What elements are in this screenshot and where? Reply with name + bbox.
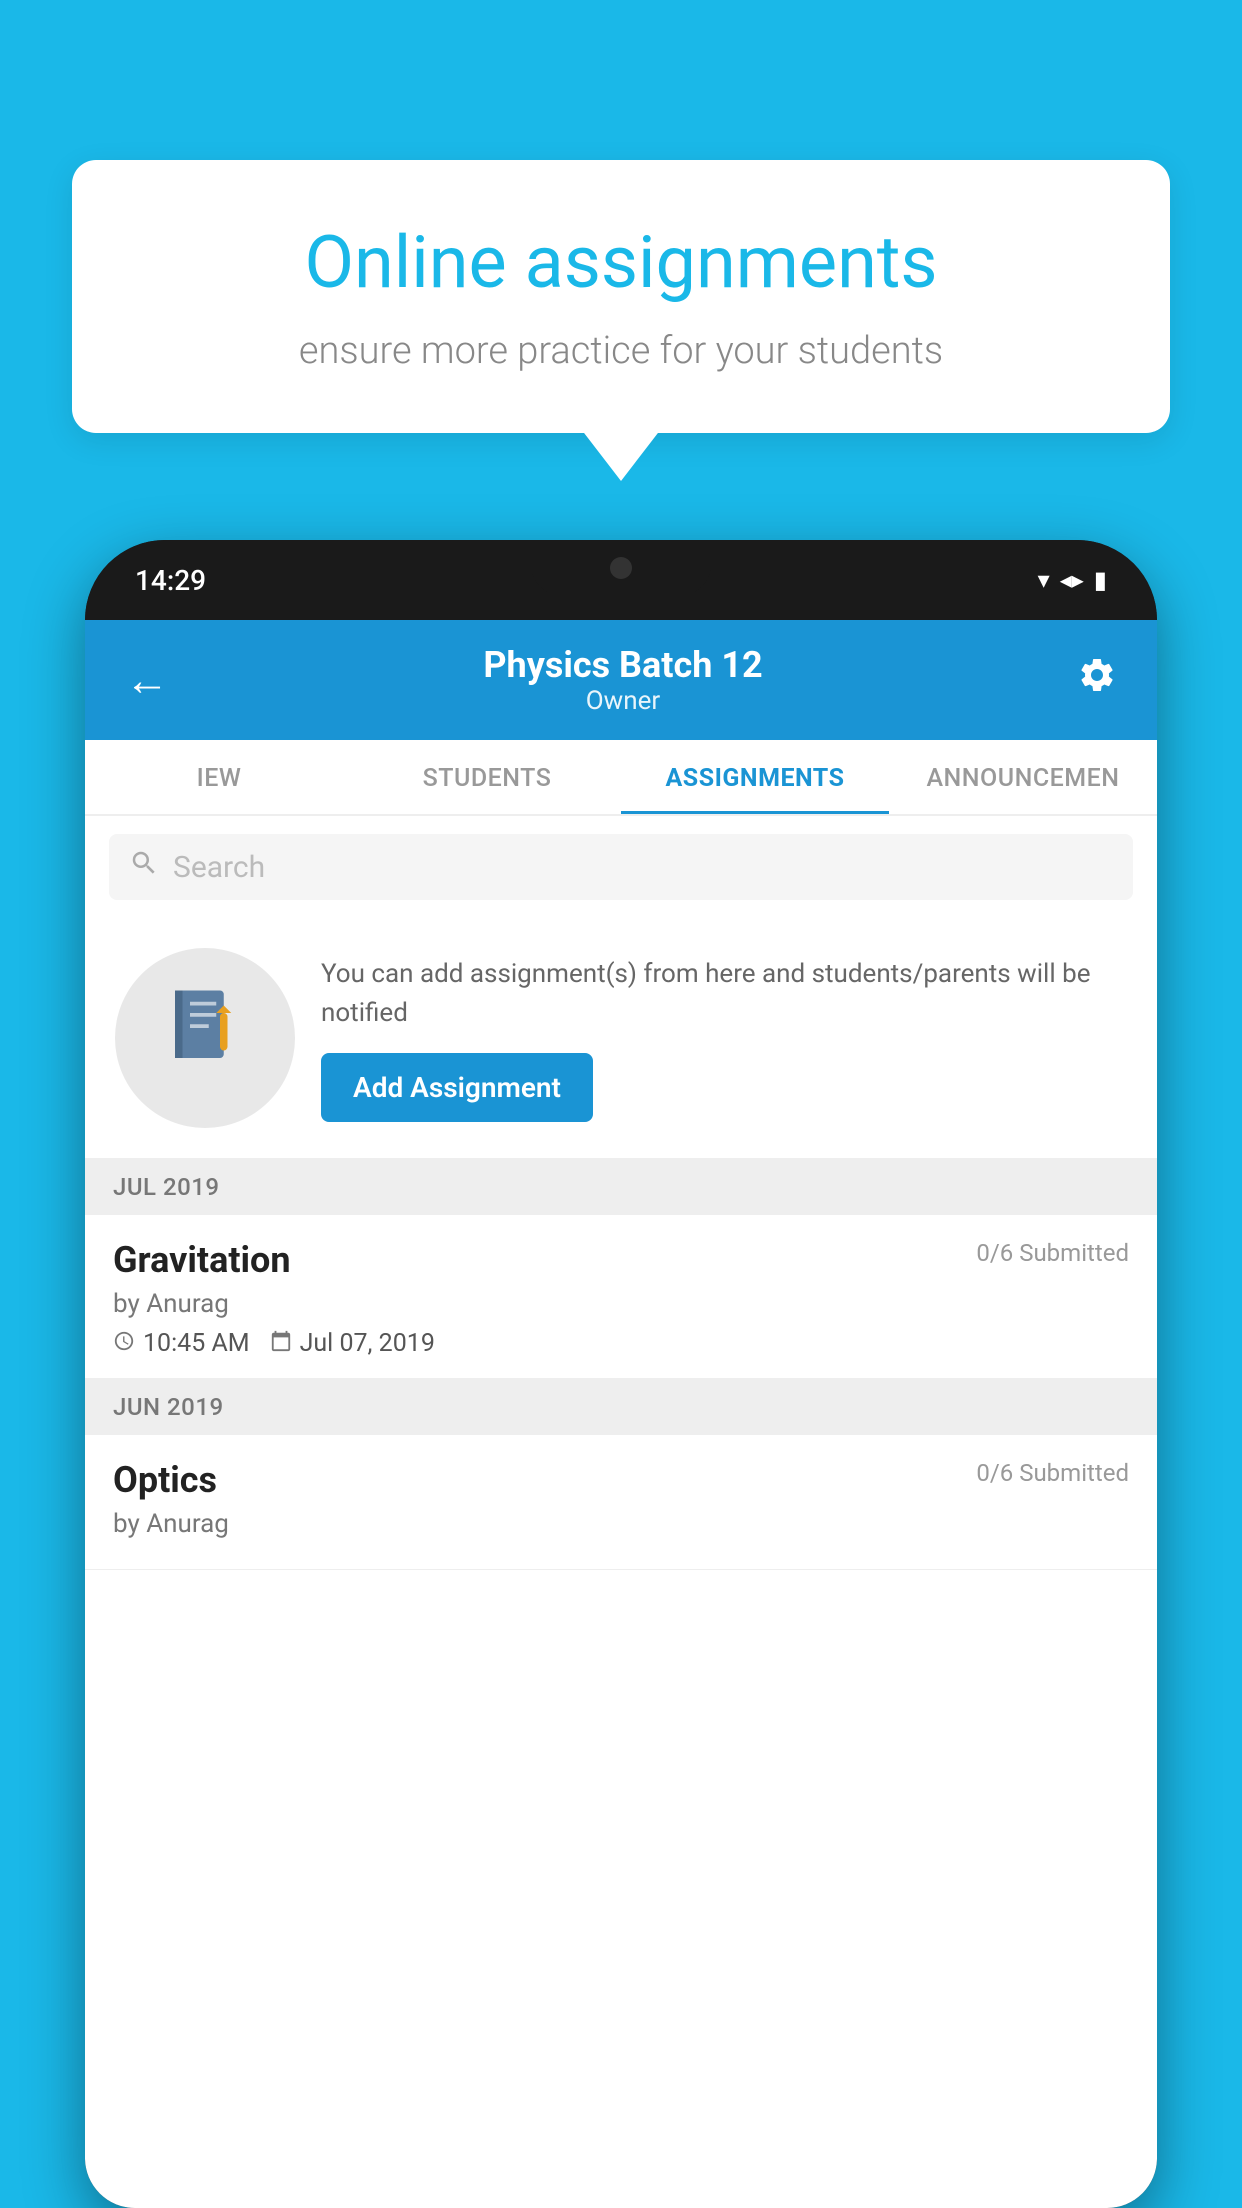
back-button[interactable]: ← bbox=[125, 654, 169, 706]
calendar-icon bbox=[270, 1330, 292, 1358]
promo-content: You can add assignment(s) from here and … bbox=[321, 955, 1127, 1122]
clock-icon bbox=[113, 1330, 135, 1358]
search-bar-wrap: Search bbox=[85, 816, 1157, 918]
notebook-icon bbox=[160, 983, 250, 1093]
tabs-bar: IEW STUDENTS ASSIGNMENTS ANNOUNCEMEN bbox=[85, 740, 1157, 816]
assignment-name-gravitation: Gravitation bbox=[113, 1239, 291, 1281]
assignment-item-gravitation[interactable]: Gravitation 0/6 Submitted by Anurag 10:4… bbox=[85, 1215, 1157, 1379]
front-camera bbox=[610, 557, 632, 579]
app-header: ← Physics Batch 12 Owner bbox=[85, 620, 1157, 740]
assignment-submitted-optics: 0/6 Submitted bbox=[976, 1459, 1129, 1487]
tab-announcements[interactable]: ANNOUNCEMEN bbox=[889, 740, 1157, 814]
signal-icon: ◂▸ bbox=[1060, 566, 1084, 594]
header-subtitle: Owner bbox=[483, 686, 762, 716]
status-icons: ▾ ◂▸ ▮ bbox=[1038, 566, 1107, 594]
settings-button[interactable] bbox=[1077, 655, 1117, 705]
tab-students[interactable]: STUDENTS bbox=[353, 740, 621, 814]
promo-text: You can add assignment(s) from here and … bbox=[321, 955, 1127, 1033]
search-placeholder: Search bbox=[173, 850, 265, 885]
assignment-time-gravitation: 10:45 AM bbox=[113, 1329, 250, 1358]
status-bar: 14:29 ▾ ◂▸ ▮ bbox=[85, 540, 1157, 620]
battery-icon: ▮ bbox=[1094, 566, 1107, 594]
bubble-title: Online assignments bbox=[142, 220, 1100, 305]
tab-assignments[interactable]: ASSIGNMENTS bbox=[621, 740, 889, 814]
assignment-name-optics: Optics bbox=[113, 1459, 217, 1501]
header-title-area: Physics Batch 12 Owner bbox=[483, 644, 762, 716]
assignment-by-optics: by Anurag bbox=[113, 1509, 1129, 1539]
bubble-subtitle: ensure more practice for your students bbox=[142, 329, 1100, 373]
promo-section: You can add assignment(s) from here and … bbox=[85, 918, 1157, 1159]
phone-time: 14:29 bbox=[135, 564, 206, 597]
assignment-date-gravitation: Jul 07, 2019 bbox=[270, 1329, 435, 1358]
tab-view[interactable]: IEW bbox=[85, 740, 353, 814]
phone-notch bbox=[531, 540, 711, 595]
phone-frame: 14:29 ▾ ◂▸ ▮ ← Physics Batch 12 Owner bbox=[85, 540, 1157, 2208]
section-header-jun2019: JUN 2019 bbox=[85, 1379, 1157, 1435]
assignment-item-optics[interactable]: Optics 0/6 Submitted by Anurag bbox=[85, 1435, 1157, 1570]
assignment-top-row: Gravitation 0/6 Submitted bbox=[113, 1239, 1129, 1281]
speech-bubble: Online assignments ensure more practice … bbox=[72, 160, 1170, 433]
add-assignment-button[interactable]: Add Assignment bbox=[321, 1053, 593, 1122]
section-header-jul2019: JUL 2019 bbox=[85, 1159, 1157, 1215]
date-value-gravitation: Jul 07, 2019 bbox=[300, 1329, 435, 1358]
search-bar[interactable]: Search bbox=[109, 834, 1133, 900]
promo-icon-circle bbox=[115, 948, 295, 1128]
assignment-submitted-gravitation: 0/6 Submitted bbox=[976, 1239, 1129, 1267]
assignment-top-row-optics: Optics 0/6 Submitted bbox=[113, 1459, 1129, 1501]
header-title: Physics Batch 12 bbox=[483, 644, 762, 686]
assignment-by-gravitation: by Anurag bbox=[113, 1289, 1129, 1319]
wifi-icon: ▾ bbox=[1038, 566, 1050, 594]
assignment-meta-gravitation: 10:45 AM Jul 07, 2019 bbox=[113, 1329, 1129, 1358]
search-icon bbox=[129, 848, 159, 886]
app-screen: ← Physics Batch 12 Owner IEW STUDENTS AS… bbox=[85, 620, 1157, 2208]
time-value-gravitation: 10:45 AM bbox=[143, 1329, 250, 1358]
